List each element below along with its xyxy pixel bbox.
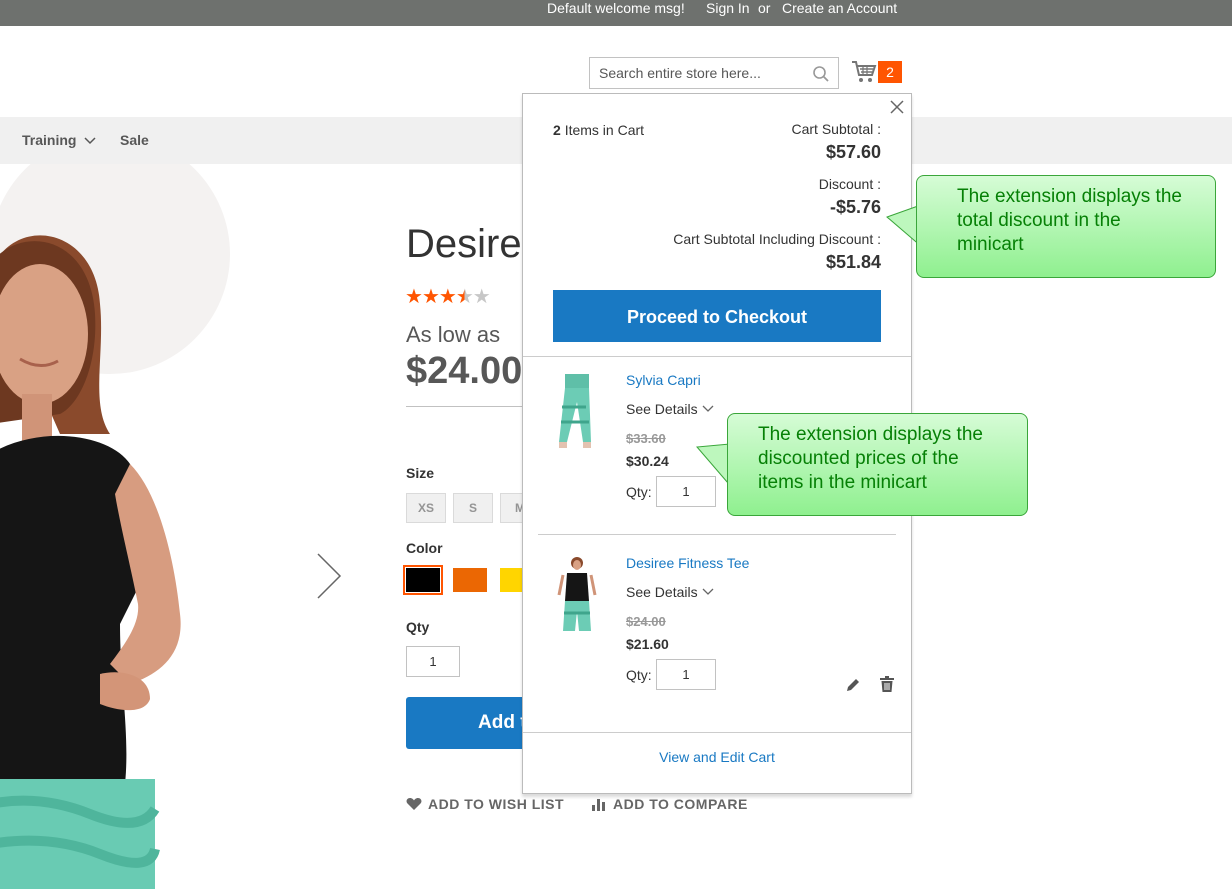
divider bbox=[406, 406, 526, 407]
items-count: 2 bbox=[553, 122, 561, 138]
view-and-edit-cart-link[interactable]: View and Edit Cart bbox=[523, 749, 911, 765]
star-icon: ★ bbox=[405, 286, 423, 308]
top-panel: Default welcome msg! Sign In or Create a… bbox=[0, 0, 1232, 26]
add-to-compare-link[interactable]: ADD TO COMPARE bbox=[591, 796, 748, 812]
original-price: $33.60 bbox=[626, 431, 666, 446]
chevron-down-icon bbox=[84, 137, 96, 145]
or-text: or bbox=[758, 0, 771, 16]
compare-chart-icon bbox=[592, 799, 605, 811]
star-icon: ★ bbox=[472, 286, 491, 308]
heart-icon bbox=[406, 798, 422, 810]
callout-text: The extension displays the discounted pr… bbox=[758, 424, 983, 493]
close-icon[interactable] bbox=[889, 99, 905, 115]
divider bbox=[523, 356, 911, 357]
create-account-link[interactable]: Create an Account bbox=[782, 0, 897, 16]
compare-label: ADD TO COMPARE bbox=[613, 796, 748, 812]
color-swatch-black[interactable] bbox=[403, 565, 443, 595]
rating-stars[interactable]: ★★★★★ bbox=[405, 284, 491, 309]
as-low-as-label: As low as bbox=[406, 322, 501, 347]
discounted-price: $21.60 bbox=[626, 636, 669, 652]
subtotal-value: $57.60 bbox=[825, 142, 881, 162]
cart-count-badge[interactable]: 2 bbox=[878, 61, 902, 83]
divider bbox=[523, 732, 911, 733]
nav-item-label: Training bbox=[22, 132, 77, 148]
qty-label: Qty: bbox=[626, 667, 652, 683]
size-label: Size bbox=[406, 465, 435, 481]
sign-in-link[interactable]: Sign In bbox=[706, 0, 750, 16]
nav-item-label: Sale bbox=[120, 132, 149, 148]
callout-prices-note: The extension displays the discounted pr… bbox=[727, 413, 1028, 516]
product-name-link[interactable]: Sylvia Capri bbox=[626, 372, 701, 388]
product-title: Desire bbox=[406, 222, 522, 266]
see-details-label: See Details bbox=[626, 401, 698, 417]
search-icon[interactable] bbox=[812, 65, 830, 83]
add-to-wishlist-link[interactable]: ADD TO WISH LIST bbox=[406, 796, 564, 812]
star-half-icon: ★ bbox=[455, 286, 474, 308]
star-icon: ★ bbox=[438, 286, 457, 308]
discount-value: -$5.76 bbox=[829, 197, 881, 217]
product-main-image bbox=[0, 164, 230, 889]
divider bbox=[538, 534, 896, 535]
star-icon: ★ bbox=[421, 286, 440, 308]
welcome-message: Default welcome msg! bbox=[547, 0, 685, 16]
cart-icon[interactable] bbox=[851, 60, 877, 84]
subtotal-label: Cart Subtotal : bbox=[791, 121, 882, 137]
cart-subtotal-including-discount: Cart Subtotal Including Discount : $51.8… bbox=[673, 231, 881, 273]
color-label: Color bbox=[406, 540, 443, 556]
original-price: $24.00 bbox=[626, 614, 666, 629]
subtotal-incl-value: $51.84 bbox=[825, 252, 881, 272]
search-box bbox=[589, 57, 839, 89]
see-details-toggle[interactable]: See Details bbox=[626, 584, 714, 600]
chevron-down-icon bbox=[702, 405, 714, 412]
product-thumbnail[interactable] bbox=[553, 372, 603, 452]
trash-icon[interactable] bbox=[879, 675, 895, 693]
qty-input[interactable]: 1 bbox=[406, 646, 460, 677]
see-details-toggle[interactable]: See Details bbox=[626, 401, 714, 417]
cart-discount: Discount : -$5.76 bbox=[819, 176, 881, 218]
nav-item-training[interactable]: Training bbox=[22, 132, 96, 148]
discounted-price: $30.24 bbox=[626, 453, 669, 469]
size-swatch-xs[interactable]: XS bbox=[406, 493, 446, 523]
items-in-cart-label: Items in Cart bbox=[564, 122, 645, 138]
callout-text: The extension displays the total discoun… bbox=[957, 186, 1182, 255]
add-to-cart-button[interactable]: Add t bbox=[406, 697, 536, 749]
discount-label: Discount : bbox=[818, 176, 881, 192]
see-details-label: See Details bbox=[626, 584, 698, 600]
cart-subtotal: Cart Subtotal : $57.60 bbox=[792, 121, 882, 163]
chevron-right-icon[interactable] bbox=[312, 552, 344, 600]
product-thumbnail[interactable] bbox=[553, 555, 603, 635]
edit-pencil-icon[interactable] bbox=[845, 677, 861, 693]
qty-label: Qty bbox=[406, 619, 430, 635]
qty-input[interactable]: 1 bbox=[656, 659, 716, 690]
subtotal-incl-label: Cart Subtotal Including Discount : bbox=[673, 231, 881, 247]
color-swatch-orange[interactable] bbox=[453, 568, 487, 592]
callout-discount-note: The extension displays the total discoun… bbox=[916, 175, 1216, 278]
proceed-to-checkout-button[interactable]: Proceed to Checkout bbox=[553, 290, 881, 342]
size-swatch-s[interactable]: S bbox=[453, 493, 493, 523]
chevron-down-icon bbox=[702, 588, 714, 595]
items-in-cart: 2 Items in Cart bbox=[553, 122, 644, 138]
search-input[interactable] bbox=[590, 58, 800, 88]
product-price: $24.00 bbox=[406, 350, 523, 392]
wishlist-label: ADD TO WISH LIST bbox=[428, 796, 565, 812]
qty-label: Qty: bbox=[626, 484, 652, 500]
product-name-link[interactable]: Desiree Fitness Tee bbox=[626, 555, 749, 571]
nav-item-sale[interactable]: Sale bbox=[120, 132, 149, 148]
